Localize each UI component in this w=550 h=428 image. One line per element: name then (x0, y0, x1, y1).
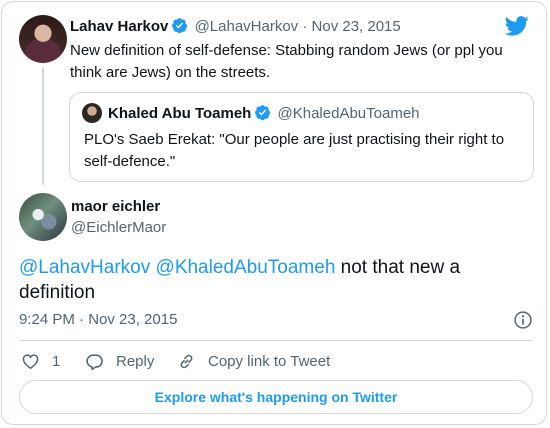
copy-link-button[interactable]: Copy link to Tweet (177, 350, 330, 372)
tweet-embed-card: Lahav Harkov @LahavHarkov · Nov 23, 2015… (1, 1, 547, 425)
parent-author-handle[interactable]: @LahavHarkov (195, 18, 299, 35)
link-icon (180, 354, 193, 368)
quoted-tweet-card[interactable]: Khaled Abu Toameh @KhaledAbuToameh PLO's… (69, 92, 534, 182)
main-author-handle[interactable]: @EichlerMaor (71, 219, 166, 236)
main-tweet-text: @LahavHarkov @KhaledAbuToameh not that n… (19, 255, 529, 305)
mention-link[interactable]: @LahavHarkov (19, 257, 150, 278)
explore-twitter-button[interactable]: Explore what's happening on Twitter (19, 380, 533, 414)
header-separator: · (302, 18, 308, 35)
quoted-tweet-text: PLO's Saeb Erekat: "Our people are just … (84, 131, 505, 170)
like-button[interactable]: 1 (21, 350, 60, 372)
mention-link[interactable]: @KhaledAbuToameh (156, 257, 336, 278)
main-author-avatar[interactable] (19, 193, 67, 241)
parent-author-avatar[interactable] (19, 15, 67, 63)
parent-tweet-text: New definition of self-defense: Stabbing… (70, 42, 503, 81)
twitter-bird-icon[interactable] (505, 16, 529, 36)
heart-icon (22, 353, 39, 369)
verified-badge-icon (255, 105, 271, 121)
reply-bubble-icon (86, 353, 103, 370)
quoted-author-handle: @KhaledAbuToameh (277, 105, 420, 122)
main-author-name[interactable]: maor eichler (71, 198, 160, 215)
like-count: 1 (52, 352, 61, 370)
tweet-timestamp[interactable]: 9:24 PM · Nov 23, 2015 (19, 311, 177, 328)
quoted-author-name: Khaled Abu Toameh (108, 105, 252, 122)
parent-tweet-date[interactable]: Nov 23, 2015 (312, 18, 401, 35)
parent-author-name[interactable]: Lahav Harkov (70, 18, 168, 35)
actions-divider (19, 340, 533, 341)
copy-link-label: Copy link to Tweet (208, 352, 331, 370)
parent-tweet-header: Lahav Harkov @LahavHarkov · Nov 23, 2015 (70, 17, 401, 35)
verified-badge-icon (172, 18, 188, 34)
thread-connector-line (42, 67, 44, 185)
info-icon[interactable] (513, 310, 533, 330)
quoted-tweet-header: Khaled Abu Toameh @KhaledAbuToameh (108, 104, 420, 122)
reply-button[interactable]: Reply (85, 350, 154, 372)
reply-label: Reply (116, 352, 155, 370)
quoted-author-avatar (82, 103, 102, 123)
